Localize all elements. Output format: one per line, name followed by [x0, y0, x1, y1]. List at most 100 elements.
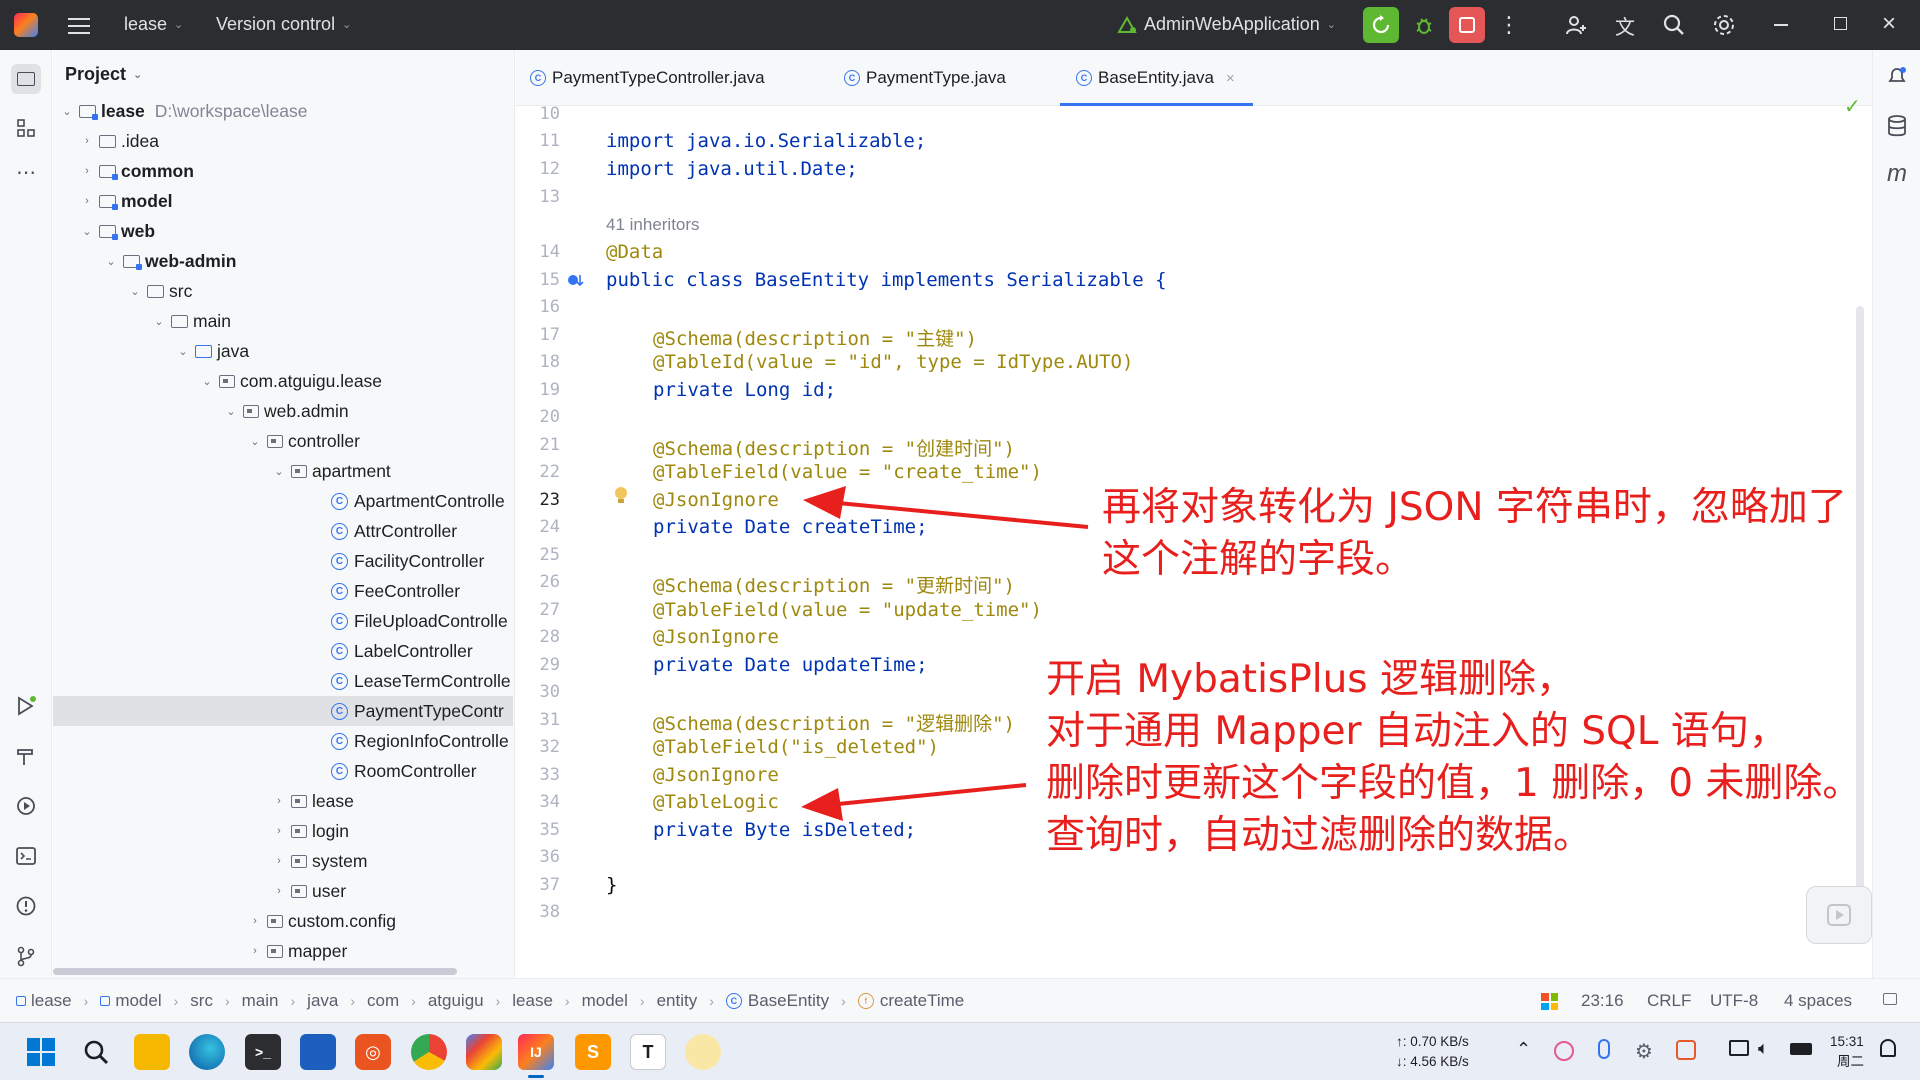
run-config-selector[interactable]: AdminWebApplication ⌄	[1116, 14, 1336, 35]
sublime-app-icon[interactable]: S	[575, 1034, 611, 1070]
microphone-icon[interactable]	[1598, 1039, 1610, 1059]
caret-position[interactable]: 23:16	[1581, 979, 1624, 1023]
tray-settings-icon[interactable]: ⚙	[1635, 1039, 1653, 1064]
more-tools-button[interactable]: ⋯	[12, 158, 40, 186]
lock-icon[interactable]	[1883, 993, 1897, 1005]
notifications-icon[interactable]	[1885, 64, 1909, 88]
breadcrumb-item[interactable]: main	[242, 991, 279, 1011]
translate-button[interactable]: 文	[1607, 7, 1643, 43]
problems-tool-button[interactable]	[12, 892, 40, 920]
tree-item-package[interactable]: › system	[53, 846, 513, 876]
tree-item-class[interactable]: C LabelController	[53, 636, 513, 666]
search-button[interactable]	[1656, 7, 1692, 43]
intellij-taskbar-icon[interactable]: IJ	[518, 1034, 554, 1078]
stop-button[interactable]	[1449, 7, 1485, 43]
clock-time[interactable]: 15:31	[1830, 1033, 1864, 1051]
no-problems-check-icon[interactable]: ✓	[1844, 94, 1861, 119]
tray-app2-icon[interactable]	[1676, 1040, 1696, 1060]
chevron-down-icon[interactable]: ⌄	[79, 225, 95, 238]
inheritors-hint[interactable]: 41 inheritors	[606, 215, 700, 235]
chevron-down-icon[interactable]: ⌄	[199, 375, 215, 388]
notification-bell-icon[interactable]	[1880, 1039, 1896, 1057]
tree-item-root[interactable]: ⌄ lease D:\workspace\lease	[53, 96, 513, 126]
tree-item-class[interactable]: C ApartmentControlle	[53, 486, 513, 516]
tree-item-class[interactable]: C FileUploadControlle	[53, 606, 513, 636]
tab-payment-type[interactable]: C PaymentType.java	[844, 50, 1006, 106]
tray-chevron-up-icon[interactable]: ⌃	[1516, 1039, 1531, 1060]
app-logo-icon[interactable]	[14, 13, 38, 37]
build-tool-button[interactable]	[12, 742, 40, 770]
tree-item-package[interactable]: › login	[53, 816, 513, 846]
services-tool-button[interactable]	[12, 792, 40, 820]
structure-tool-button[interactable]	[12, 114, 40, 142]
chevron-right-icon[interactable]: ›	[247, 915, 263, 927]
chevron-right-icon[interactable]: ›	[247, 945, 263, 957]
chevron-down-icon[interactable]: ⌄	[223, 405, 239, 418]
typora-app-icon[interactable]: T	[630, 1034, 666, 1070]
close-button[interactable]: ×	[1882, 10, 1896, 38]
close-icon[interactable]: ×	[1226, 70, 1235, 87]
tab-base-entity[interactable]: C BaseEntity.java ×	[1060, 50, 1253, 106]
chevron-right-icon[interactable]: ›	[271, 885, 287, 897]
breadcrumb-item[interactable]: lease	[512, 991, 553, 1011]
chevron-down-icon[interactable]: ⌄	[247, 435, 263, 448]
project-tool-button[interactable]	[11, 64, 41, 94]
tree-item-class[interactable]: C RegionInfoControlle	[53, 726, 513, 756]
file-explorer-icon[interactable]	[134, 1034, 170, 1070]
line-separator[interactable]: CRLF	[1647, 979, 1691, 1023]
chrome-browser-icon[interactable]	[411, 1034, 447, 1070]
chevron-down-icon[interactable]: ⌄	[175, 345, 191, 358]
tree-item-package[interactable]: › mapper	[53, 936, 513, 966]
indent-setting[interactable]: 4 spaces	[1784, 979, 1852, 1023]
chevron-down-icon[interactable]: ⌄	[103, 255, 119, 268]
breadcrumb-item[interactable]: model	[115, 991, 161, 1011]
debug-button[interactable]	[1406, 7, 1442, 43]
tree-item-web[interactable]: ⌄ web	[53, 216, 513, 246]
pig-app-icon[interactable]	[685, 1034, 721, 1070]
git-tool-button[interactable]	[12, 942, 40, 970]
tree-item-java[interactable]: ⌄ java	[53, 336, 513, 366]
chevron-right-icon[interactable]: ›	[79, 195, 95, 207]
colorful-app-icon[interactable]	[466, 1034, 502, 1070]
tree-item-src[interactable]: ⌄ src	[53, 276, 513, 306]
vcs-selector[interactable]: Version control ⌄	[216, 14, 351, 35]
store-app-icon[interactable]	[300, 1034, 336, 1070]
tree-item-controller[interactable]: ⌄ controller	[53, 426, 513, 456]
tree-item-model[interactable]: › model	[53, 186, 513, 216]
chevron-down-icon[interactable]: ⌄	[59, 105, 75, 118]
tray-app-icon[interactable]	[1554, 1041, 1574, 1061]
tab-payment-type-controller[interactable]: C PaymentTypeController.java	[530, 50, 765, 106]
file-encoding[interactable]: UTF-8	[1710, 979, 1758, 1023]
more-actions-button[interactable]: ⋮	[1491, 7, 1527, 43]
database-icon[interactable]	[1886, 114, 1908, 138]
tree-item-class[interactable]: C AttrController	[53, 516, 513, 546]
breadcrumb-item[interactable]: java	[307, 991, 338, 1011]
network-icon[interactable]	[1729, 1040, 1749, 1056]
edge-browser-icon[interactable]	[189, 1034, 225, 1070]
tree-item-package[interactable]: › custom.config	[53, 906, 513, 936]
lightbulb-icon[interactable]	[614, 486, 628, 506]
tree-item-idea[interactable]: › .idea	[53, 126, 513, 156]
breadcrumb-item[interactable]: createTime	[880, 991, 964, 1011]
restore-button[interactable]	[1834, 17, 1847, 30]
add-user-button[interactable]	[1558, 7, 1594, 43]
tree-item-package[interactable]: ⌄ web.admin	[53, 396, 513, 426]
tree-item-package[interactable]: ⌄ com.atguigu.lease	[53, 366, 513, 396]
terminal-tool-button[interactable]	[12, 842, 40, 870]
volume-icon[interactable]: 🔈︎	[1758, 1038, 1769, 1059]
chevron-down-icon[interactable]: ⌄	[151, 315, 167, 328]
chevron-right-icon[interactable]: ›	[271, 855, 287, 867]
tree-item-main[interactable]: ⌄ main	[53, 306, 513, 336]
clock-day[interactable]: 周二	[1837, 1053, 1864, 1071]
tree-item-web-admin[interactable]: ⌄ web-admin	[53, 246, 513, 276]
breadcrumb-item[interactable]: src	[190, 991, 213, 1011]
tree-item-class[interactable]: C FacilityController	[53, 546, 513, 576]
search-taskbar-button[interactable]	[78, 1034, 114, 1070]
project-horizontal-scrollbar[interactable]	[53, 968, 457, 975]
breadcrumb-item[interactable]: com	[367, 991, 399, 1011]
minimize-button[interactable]	[1774, 24, 1788, 26]
tree-item-apartment[interactable]: ⌄ apartment	[53, 456, 513, 486]
tree-item-class[interactable]: C RoomController	[53, 756, 513, 786]
chevron-right-icon[interactable]: ›	[271, 825, 287, 837]
rerun-button[interactable]	[1363, 7, 1399, 43]
